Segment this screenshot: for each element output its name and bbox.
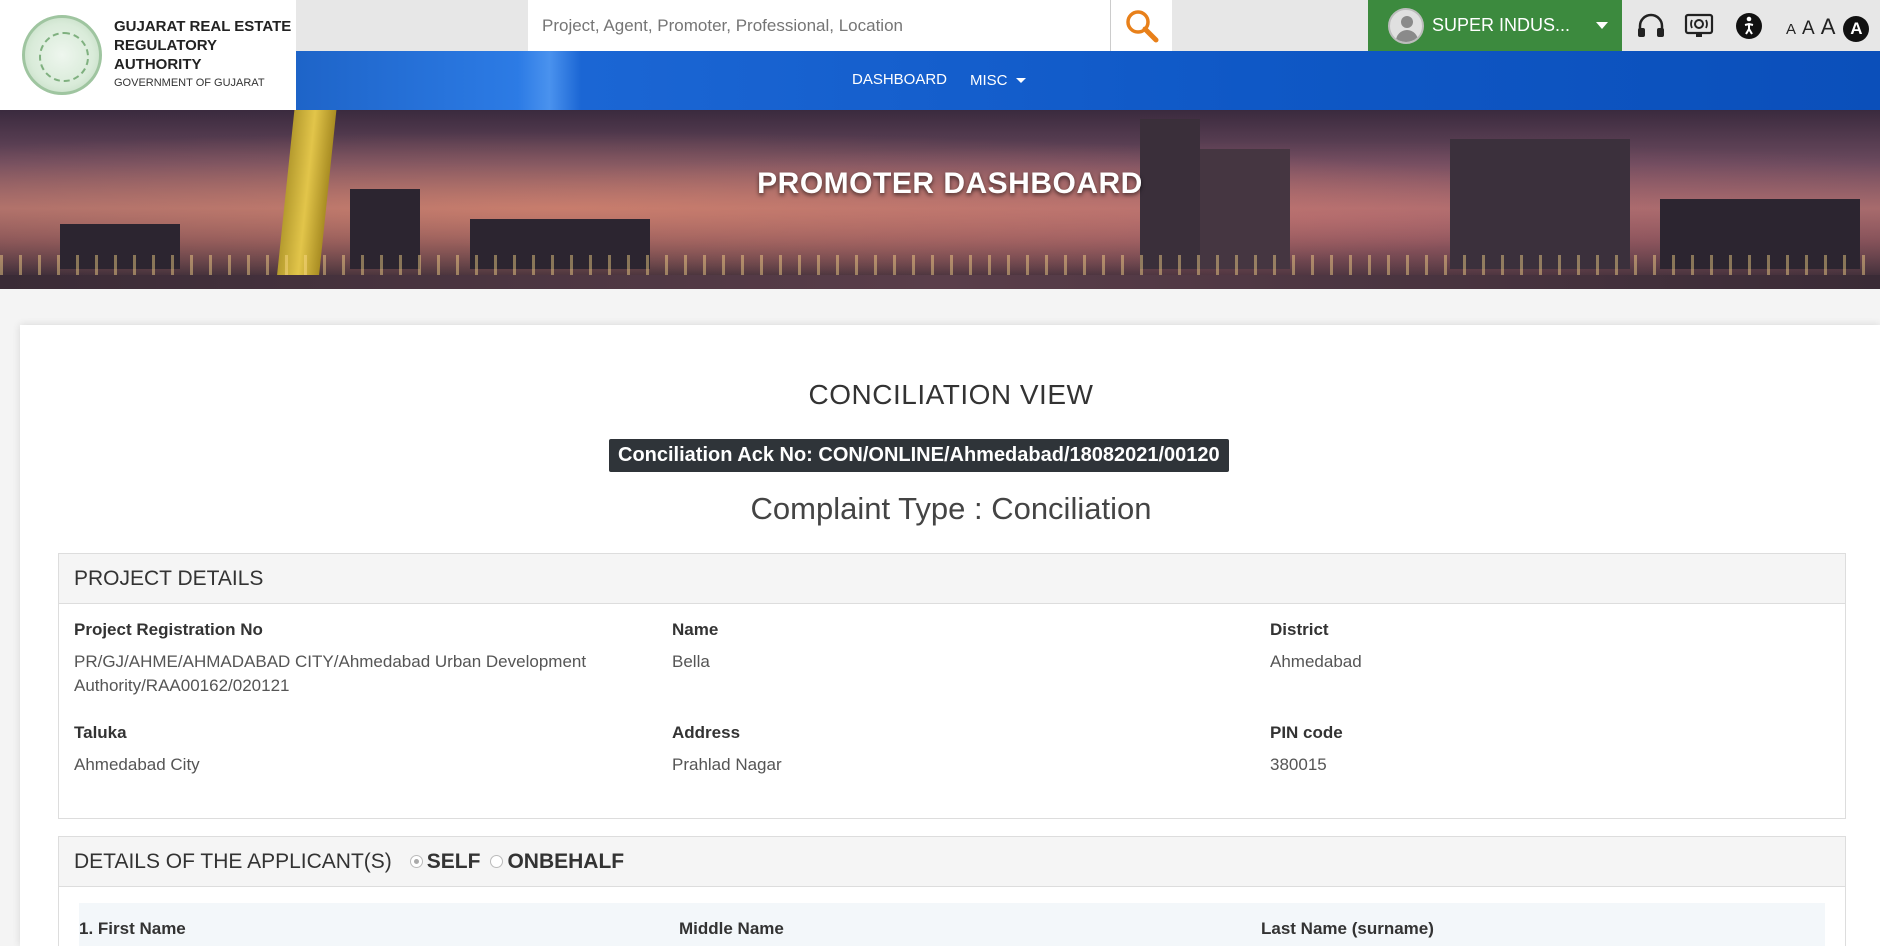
field-label: Project Registration No [74,620,263,639]
field-label: Taluka [74,723,127,742]
district-field: District Ahmedabad [1270,620,1830,674]
monitor-audio-icon [1684,13,1714,37]
project-details-panel: PROJECT DETAILS Project Registration No … [58,553,1846,819]
avatar [1388,7,1424,44]
logo[interactable]: GUJARAT REAL ESTATE REGULATORY AUTHORITY… [0,0,296,110]
middle-name-label: Middle Name [679,919,784,938]
banner-building [1450,139,1630,269]
field-label: Name [672,620,719,639]
complaint-type-heading: Complaint Type : Conciliation [750,491,1152,526]
page-banner: PROMOTER DASHBOARD [0,110,1880,289]
logo-text: GUJARAT REAL ESTATE REGULATORY AUTHORITY… [114,17,296,93]
self-radio[interactable] [409,855,423,868]
font-size-medium-button[interactable]: A [1802,18,1815,40]
logo-subtitle: GOVERNMENT OF GUJARAT [114,77,265,89]
top-bar: SUPER INDUS... [296,0,1880,51]
search-box [528,0,1172,51]
applicant-name-header-row: 1. First Name Middle Name Last Name (sur… [79,903,1825,946]
site-header: GUJARAT REAL ESTATE REGULATORY AUTHORITY… [0,0,1880,110]
self-radio-label[interactable]: SELF [427,850,481,874]
font-size-large-button[interactable]: A [1821,14,1836,40]
first-name-label: 1. First Name [79,919,186,938]
banner-water [0,275,1880,289]
text-to-speech-button[interactable] [1682,9,1716,43]
conciliation-card: CONCILIATION VIEW Conciliation Ack No: C… [20,325,1880,946]
rera-emblem-icon [22,15,102,95]
taluka-field: Taluka Ahmedabad City [74,723,634,777]
field-value: Prahlad Nagar [672,755,782,774]
nav-dashboard-link[interactable]: DASHBOARD [852,71,947,88]
field-value: Ahmedabad City [74,755,200,774]
main-nav: DASHBOARD MISC [296,51,1880,110]
chevron-down-icon [1596,22,1609,29]
font-size-controls: A A A A [1786,14,1870,42]
banner-title: PROMOTER DASHBOARD [757,167,1143,200]
last-name-label: Last Name (surname) [1261,919,1434,938]
field-label: District [1270,620,1329,639]
search-input[interactable] [528,0,1108,51]
user-menu-button[interactable]: SUPER INDUS... [1368,0,1622,51]
address-field: Address Prahlad Nagar [672,723,1232,777]
logo-title-line2: REGULATORY AUTHORITY [114,37,217,73]
contrast-toggle-button[interactable]: A [1843,16,1870,42]
search-icon [1125,9,1158,42]
field-value: 380015 [1270,755,1327,774]
onbehalf-radio-label[interactable]: ONBEHALF [507,850,624,874]
nav-misc-dropdown[interactable]: MISC [970,72,1026,89]
project-name-field: Name Bella [672,620,1232,674]
user-name: SUPER INDUS... [1432,15,1571,35]
applicant-details-heading: DETAILS OF THE APPLICANT(S) SELF ONBEHAL… [59,837,1845,887]
page-title: CONCILIATION VIEW [808,379,1094,410]
ack-number-badge: Conciliation Ack No: CON/ONLINE/Ahmedaba… [609,439,1229,472]
chevron-down-icon [1015,78,1026,83]
accessibility-button[interactable] [1732,9,1766,43]
field-value: Bella [672,652,710,671]
search-button[interactable] [1110,0,1172,51]
project-details-heading: PROJECT DETAILS [59,554,1845,604]
onbehalf-radio[interactable] [490,855,504,868]
applicant-heading-text: DETAILS OF THE APPLICANT(S) [74,849,392,873]
field-value: Ahmedabad [1270,652,1362,671]
field-label: PIN code [1270,723,1343,742]
pin-code-field: PIN code 380015 [1270,723,1830,777]
screen-reader-button[interactable] [1634,9,1668,43]
headphones-icon [1638,13,1664,37]
logo-title-line1: GUJARAT REAL ESTATE [114,18,292,35]
accessibility-icon [1736,13,1762,39]
applicant-details-panel: DETAILS OF THE APPLICANT(S) SELF ONBEHAL… [58,836,1846,946]
field-label: Address [672,723,741,742]
project-registration-field: Project Registration No PR/GJ/AHME/AHMAD… [74,620,634,698]
font-size-small-button[interactable]: A [1786,21,1796,38]
nav-misc-label: MISC [970,72,1008,89]
field-value: PR/GJ/AHME/AHMADABAD CITY/Ahmedabad Urba… [74,652,587,695]
